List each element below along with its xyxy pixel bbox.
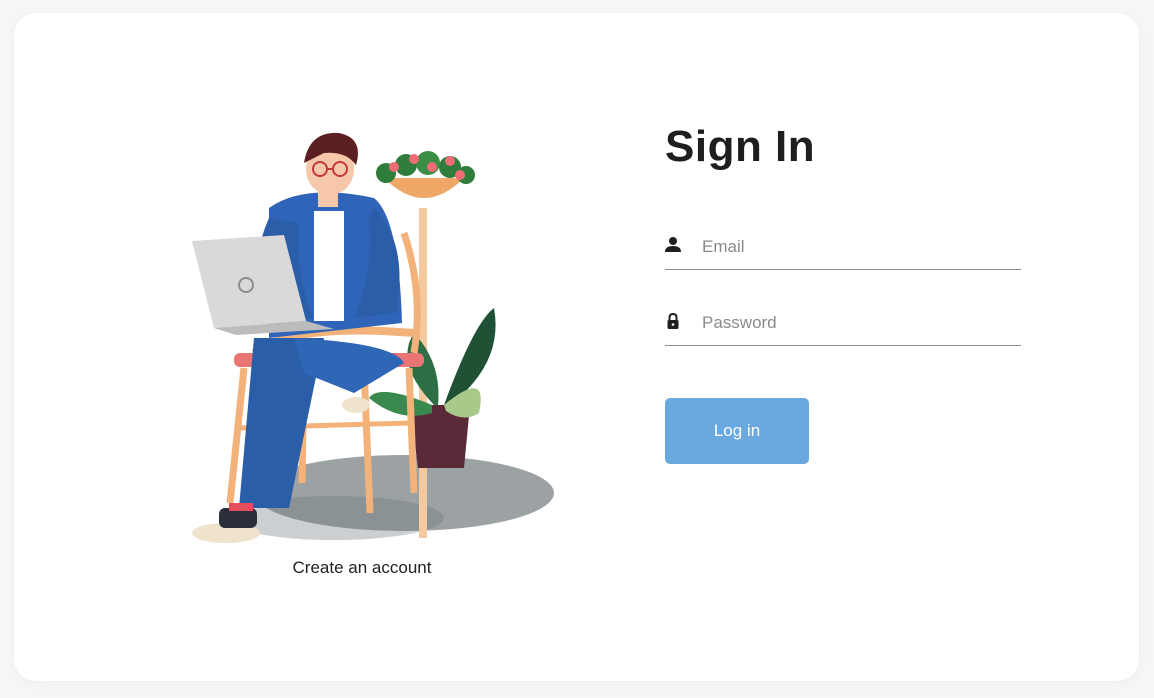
login-button[interactable]: Log in (665, 398, 809, 464)
create-account-link[interactable]: Create an account (264, 558, 460, 578)
signin-form: Sign In Log in (665, 113, 1021, 464)
lock-icon (667, 312, 679, 329)
signin-card: Create an account Sign In Log in (14, 13, 1139, 681)
email-input[interactable] (702, 233, 1012, 261)
password-input[interactable] (702, 309, 1012, 337)
person-with-laptop-illustration (192, 132, 554, 543)
page-title: Sign In (665, 122, 816, 171)
password-field (665, 305, 1021, 346)
user-icon (665, 237, 681, 252)
email-field (665, 229, 1021, 270)
